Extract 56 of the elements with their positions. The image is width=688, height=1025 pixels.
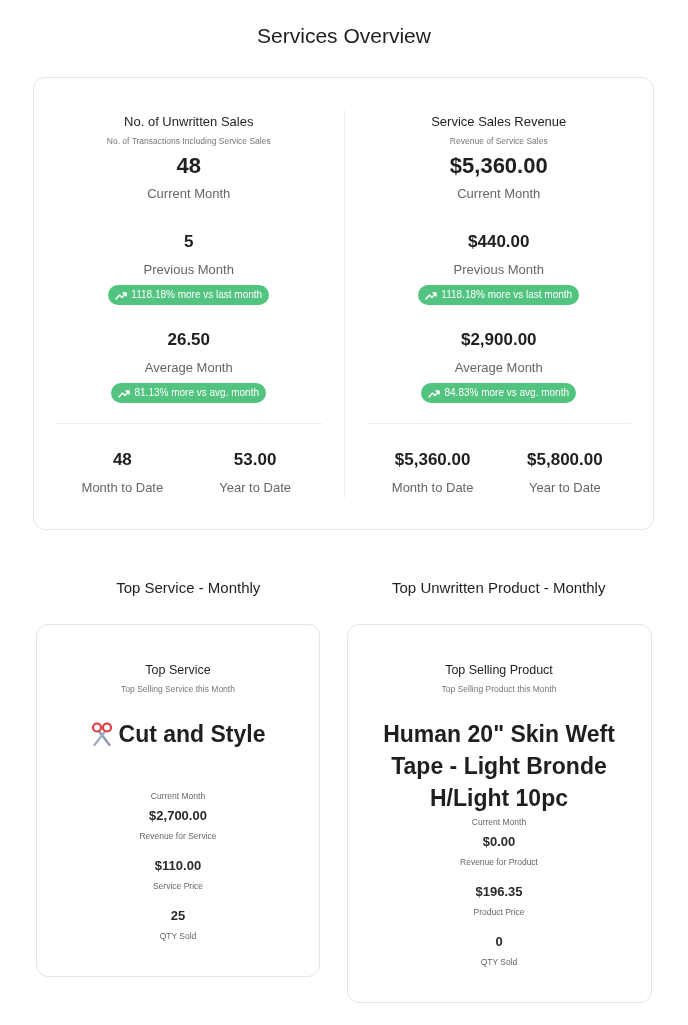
stat-value: $2,700.00 <box>149 807 207 825</box>
metric-value: 53.00 <box>233 449 277 471</box>
panel-title: No. of Unwritten Sales <box>124 113 254 131</box>
stat-label: Product Price <box>473 906 525 918</box>
panel-subtitle: Revenue of Service Sales <box>449 135 548 147</box>
page-title: Services Overview <box>256 23 432 49</box>
card-title: Top Selling Product <box>445 662 553 679</box>
product-name: Human 20" Skin Weft Tape - Light Bronde H/Light 10pc <box>382 720 616 813</box>
panel-title: Service Sales Revenue <box>431 113 567 131</box>
scissors-icon <box>90 722 113 746</box>
badge-text: 84.83% more vs avg. month <box>444 387 569 399</box>
card-subtitle: Top Selling Product this Month <box>441 683 557 695</box>
service-name: Cut and Style <box>118 720 266 749</box>
card-title: Top Service <box>145 662 211 679</box>
trend-icon <box>425 290 438 300</box>
metric-value: $2,900.00 <box>460 329 537 351</box>
stat-label: Service Price <box>152 880 204 892</box>
metric-label: Average Month <box>454 359 543 377</box>
metric-label: Previous Month <box>453 261 544 279</box>
metric-label: Year to Date <box>219 479 291 497</box>
period-label: Current Month <box>150 790 206 802</box>
badge-text: 1118.18% more vs last month <box>131 289 263 301</box>
stat-label: Revenue for Product <box>460 856 538 868</box>
metric-label: Year to Date <box>528 479 601 497</box>
period-label: Current Month <box>471 816 527 828</box>
stat-value: 25 <box>170 907 186 925</box>
metric-value: $5,360.00 <box>449 152 548 180</box>
trend-icon <box>428 388 441 398</box>
metric-value: 48 <box>112 449 132 471</box>
stat-label: Revenue for Service <box>139 830 217 842</box>
metric-label: Current Month <box>457 185 541 203</box>
stat-value: $196.35 <box>475 883 523 901</box>
stat-value: $0.00 <box>482 833 516 851</box>
card-subtitle: Top Selling Service this Month <box>121 683 235 695</box>
metric-value: $5,800.00 <box>527 449 603 471</box>
stat-label: QTY Sold <box>480 956 518 968</box>
trend-icon <box>115 290 128 300</box>
metric-value: 5 <box>184 231 194 253</box>
metric-label: Current Month <box>147 185 231 203</box>
stat-value: $110.00 <box>154 857 202 875</box>
metric-value: $440.00 <box>468 231 530 253</box>
badge-text: 1118.18% more vs last month <box>441 289 573 301</box>
badge-text: 81.13% more vs avg. month <box>134 387 259 399</box>
metric-value: 48 <box>176 152 201 180</box>
metric-label: Average Month <box>144 359 233 377</box>
trend-icon <box>118 388 131 398</box>
metric-label: Previous Month <box>143 261 234 279</box>
metric-label: Month to Date <box>81 479 164 497</box>
stat-label: QTY Sold <box>159 930 197 942</box>
metric-value: $5,360.00 <box>394 449 471 471</box>
section-heading: Top Unwritten Product - Monthly <box>391 578 607 598</box>
metric-label: Month to Date <box>391 479 474 497</box>
stat-value: 0 <box>495 933 503 951</box>
metric-value: 26.50 <box>167 329 210 351</box>
section-heading: Top Service - Monthly <box>115 578 262 598</box>
panel-subtitle: No. of Transactions Including Service Sales <box>106 135 271 147</box>
